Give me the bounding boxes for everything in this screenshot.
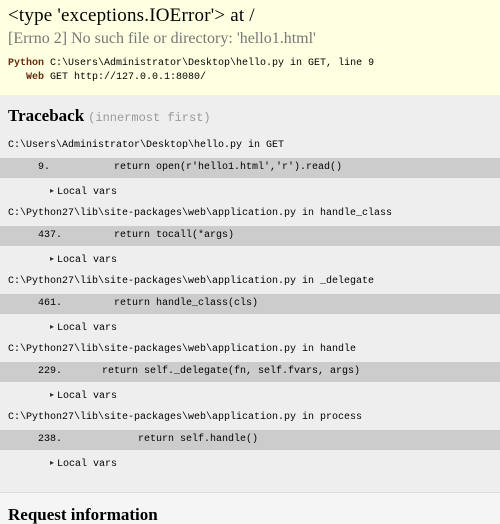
chevron-right-icon: ▸ xyxy=(50,323,55,332)
local-vars-toggle[interactable]: ▸ Local vars xyxy=(50,458,117,472)
traceback-section: Traceback (innermost first) C:\Users\Admi… xyxy=(0,96,500,493)
meta-value-web: GET http://127.0.0.1:8080/ xyxy=(50,72,207,83)
error-summary-header: <type 'exceptions.IOError'> at / [Errno … xyxy=(0,0,500,96)
traceback-frame: C:\Python27\lib\site-packages\web\applic… xyxy=(0,206,500,268)
meta-value-python: C:\Users\Administrator\Desktop\hello.py … xyxy=(50,58,375,69)
frame-source-code: return self._delegate(fn, self.fvars, ar… xyxy=(66,366,361,377)
frame-source-code: return open(r'hello1.html','r').read() xyxy=(66,162,343,173)
frame-source-code: return self.handle() xyxy=(66,434,259,445)
frame-location: C:\Users\Administrator\Desktop\hello.py … xyxy=(8,140,285,151)
chevron-right-icon: ▸ xyxy=(50,391,55,400)
frame-location: C:\Python27\lib\site-packages\web\applic… xyxy=(8,276,375,287)
frame-code-line: 437. return tocall(*args) xyxy=(0,226,500,246)
local-vars-toggle[interactable]: ▸ Local vars xyxy=(50,322,117,336)
traceback-heading-note: (innermost first) xyxy=(88,111,211,125)
chevron-right-icon: ▸ xyxy=(50,459,55,468)
traceback-frame: C:\Python27\lib\site-packages\web\applic… xyxy=(0,342,500,404)
local-vars-label: Local vars xyxy=(57,255,118,266)
local-vars-label: Local vars xyxy=(57,459,118,470)
frame-line-number: 229. xyxy=(38,366,63,377)
frame-line-number: 437. xyxy=(38,230,63,241)
local-vars-toggle[interactable]: ▸ Local vars xyxy=(50,254,117,268)
frame-code-line: 461. return handle_class(cls) xyxy=(0,294,500,314)
frame-location: C:\Python27\lib\site-packages\web\applic… xyxy=(8,208,393,219)
error-meta-table: Python C:\Users\Administrator\Desktop\he… xyxy=(8,57,374,85)
chevron-right-icon: ▸ xyxy=(50,255,55,264)
local-vars-label: Local vars xyxy=(57,391,118,402)
page-title: <type 'exceptions.IOError'> at / xyxy=(8,5,255,26)
request-information-heading: Request information xyxy=(8,505,158,524)
local-vars-label: Local vars xyxy=(57,187,118,198)
frame-source-code: return tocall(*args) xyxy=(66,230,235,241)
traceback-heading-text: Traceback xyxy=(8,106,85,125)
request-information-section: Request information xyxy=(0,493,500,524)
meta-row-web: Web GET http://127.0.0.1:8080/ xyxy=(8,71,374,85)
local-vars-toggle[interactable]: ▸ Local vars xyxy=(50,390,117,404)
traceback-frame: C:\Python27\lib\site-packages\web\applic… xyxy=(0,274,500,336)
traceback-frame: C:\Python27\lib\site-packages\web\applic… xyxy=(0,410,500,472)
frame-code-line: 238. return self.handle() xyxy=(0,430,500,450)
frame-line-number: 9. xyxy=(38,162,51,173)
local-vars-toggle[interactable]: ▸ Local vars xyxy=(50,186,117,200)
frame-code-line: 229. return self._delegate(fn, self.fvar… xyxy=(0,362,500,382)
frame-code-line: 9. return open(r'hello1.html','r').read(… xyxy=(0,158,500,178)
frame-location: C:\Python27\lib\site-packages\web\applic… xyxy=(8,344,357,355)
traceback-heading: Traceback (innermost first) xyxy=(8,106,492,126)
frame-line-number: 461. xyxy=(38,298,63,309)
error-subtitle: [Errno 2] No such file or directory: 'he… xyxy=(8,30,316,47)
frame-line-number: 238. xyxy=(38,434,63,445)
chevron-right-icon: ▸ xyxy=(50,187,55,196)
meta-label-python: Python xyxy=(8,58,45,69)
traceback-frame: C:\Users\Administrator\Desktop\hello.py … xyxy=(0,138,500,200)
meta-label-web: Web xyxy=(26,72,45,83)
meta-row-python: Python C:\Users\Administrator\Desktop\he… xyxy=(8,57,374,71)
frame-source-code: return handle_class(cls) xyxy=(66,298,259,309)
local-vars-label: Local vars xyxy=(57,323,118,334)
frame-location: C:\Python27\lib\site-packages\web\applic… xyxy=(8,412,363,423)
